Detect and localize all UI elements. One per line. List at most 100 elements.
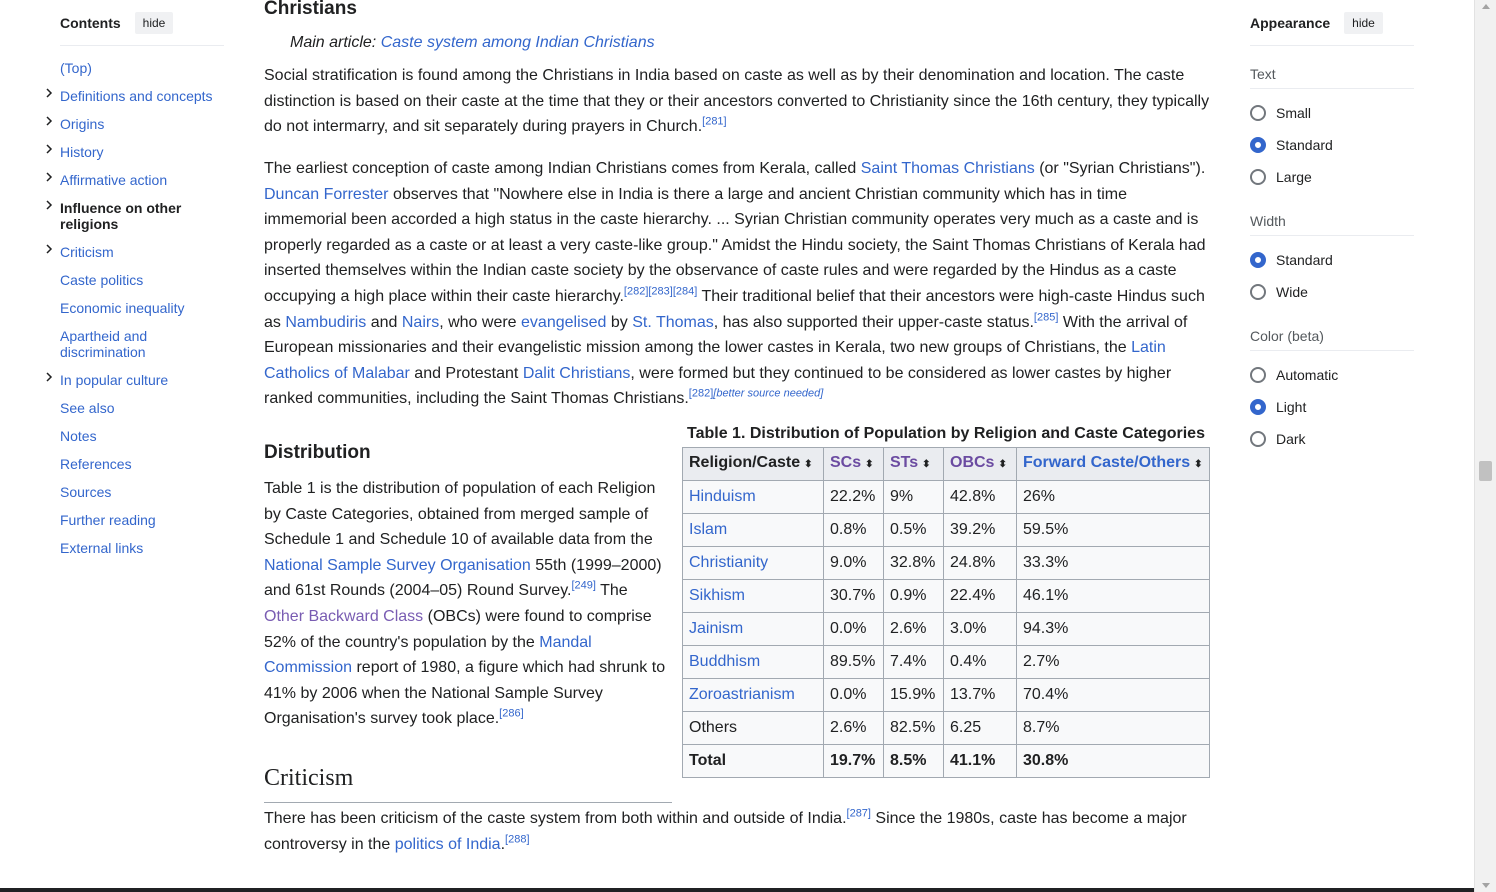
toc-item-label[interactable]: History (60, 144, 104, 160)
citation-285[interactable]: [285] (1034, 311, 1058, 323)
radio-label[interactable]: Small (1276, 105, 1311, 121)
link-st-thomas[interactable]: St. Thomas (632, 314, 714, 331)
toc-item[interactable]: Further reading (60, 506, 224, 534)
citation-282[interactable]: [282] (689, 388, 713, 400)
radio-option[interactable]: Dark (1250, 423, 1414, 455)
link-politics-of-india[interactable]: politics of India (395, 836, 501, 853)
scroll-down-arrow-icon[interactable] (1482, 883, 1490, 888)
radio-button[interactable] (1250, 284, 1266, 300)
column-header-label[interactable]: SCs (830, 454, 861, 471)
toc-item[interactable]: External links (60, 534, 224, 562)
toc-item[interactable]: See also (60, 394, 224, 422)
religion-link[interactable]: Christianity (689, 554, 768, 571)
toc-item[interactable]: History (46, 138, 224, 166)
toc-item-label[interactable]: In popular culture (60, 372, 168, 388)
better-source-needed-tag[interactable]: [better source needed] (713, 388, 823, 400)
vertical-scrollbar[interactable] (1474, 0, 1496, 892)
radio-option[interactable]: Standard (1250, 244, 1414, 276)
radio-button[interactable] (1250, 137, 1266, 153)
toc-item-label[interactable]: Caste politics (60, 272, 143, 288)
toc-item-label[interactable]: Apartheid and discrimination (60, 328, 147, 360)
radio-label[interactable]: Large (1276, 169, 1312, 185)
toc-item[interactable]: Sources (60, 478, 224, 506)
column-header-label[interactable]: OBCs (950, 454, 994, 471)
toc-item-label[interactable]: Criticism (60, 244, 114, 260)
toc-hide-button[interactable]: hide (134, 11, 174, 34)
toc-item-label[interactable]: Economic inequality (60, 300, 185, 316)
chevron-right-icon[interactable] (42, 170, 56, 184)
sort-icon[interactable]: ⬍ (922, 459, 930, 470)
appearance-hide-button[interactable]: hide (1344, 11, 1383, 34)
radio-label[interactable]: Standard (1276, 137, 1333, 153)
radio-button[interactable] (1250, 169, 1266, 185)
radio-label[interactable]: Wide (1276, 284, 1308, 300)
column-header-obcs[interactable]: OBCs ⬍ (943, 447, 1017, 481)
radio-option[interactable]: Large (1250, 161, 1414, 193)
sort-icon[interactable]: ⬍ (804, 459, 812, 470)
link-other-backward-class[interactable]: Other Backward Class (264, 608, 423, 625)
toc-item[interactable]: Affirmative action (46, 166, 224, 194)
scrollbar-thumb[interactable] (1479, 461, 1492, 481)
toc-item-label[interactable]: See also (60, 400, 114, 416)
toc-item[interactable]: Definitions and concepts (46, 82, 224, 110)
toc-item-label[interactable]: Sources (60, 484, 111, 500)
toc-item[interactable]: (Top) (60, 54, 224, 82)
link-saint-thomas-christians[interactable]: Saint Thomas Christians (861, 160, 1035, 177)
toc-item[interactable]: Apartheid and discrimination (60, 322, 224, 366)
column-header-sts[interactable]: STs ⬍ (883, 447, 944, 481)
toc-item-label[interactable]: References (60, 456, 132, 472)
column-header-religion[interactable]: Religion/Caste ⬍ (682, 447, 824, 481)
chevron-right-icon[interactable] (42, 370, 56, 384)
chevron-right-icon[interactable] (42, 86, 56, 100)
column-header-forward-caste[interactable]: Forward Caste/Others ⬍ (1016, 447, 1210, 481)
link-nsso[interactable]: National Sample Survey Organisation (264, 557, 531, 574)
chevron-right-icon[interactable] (42, 198, 56, 212)
toc-item[interactable]: References (60, 450, 224, 478)
citation-249[interactable]: [249] (571, 580, 595, 592)
religion-link[interactable]: Sikhism (689, 587, 745, 604)
radio-button[interactable] (1250, 105, 1266, 121)
chevron-right-icon[interactable] (42, 114, 56, 128)
radio-label[interactable]: Automatic (1276, 367, 1338, 383)
citation-286[interactable]: [286] (499, 708, 523, 720)
toc-item-label[interactable]: External links (60, 540, 143, 556)
toc-item-label[interactable]: Further reading (60, 512, 156, 528)
scroll-up-arrow-icon[interactable] (1482, 4, 1490, 9)
toc-item[interactable]: Notes (60, 422, 224, 450)
toc-item-label[interactable]: Influence on other religions (60, 200, 181, 232)
radio-label[interactable]: Dark (1276, 431, 1306, 447)
toc-item[interactable]: Economic inequality (60, 294, 224, 322)
religion-link[interactable]: Zoroastrianism (689, 686, 795, 703)
column-header-label[interactable]: Forward Caste/Others (1023, 454, 1190, 471)
radio-button[interactable] (1250, 367, 1266, 383)
hatnote-link[interactable]: Caste system among Indian Christians (381, 34, 655, 51)
link-dalit-christians[interactable]: Dalit Christians (523, 365, 631, 382)
toc-item[interactable]: Origins (46, 110, 224, 138)
toc-item-label[interactable]: Affirmative action (60, 172, 167, 188)
toc-item[interactable]: Criticism (46, 238, 224, 266)
religion-link[interactable]: Jainism (689, 620, 743, 637)
radio-option[interactable]: Standard (1250, 129, 1414, 161)
citation-287[interactable]: [287] (847, 808, 871, 820)
toc-item-label[interactable]: Origins (60, 116, 104, 132)
toc-item[interactable]: Caste politics (60, 266, 224, 294)
link-duncan-forrester[interactable]: Duncan Forrester (264, 186, 389, 203)
citation-288[interactable]: [288] (505, 833, 529, 845)
toc-item-label[interactable]: Definitions and concepts (60, 88, 213, 104)
link-nairs[interactable]: Nairs (402, 314, 439, 331)
radio-option[interactable]: Small (1250, 97, 1414, 129)
radio-option[interactable]: Wide (1250, 276, 1414, 308)
citation-282-283-284[interactable]: [282][283][284] (624, 286, 697, 298)
chevron-right-icon[interactable] (42, 142, 56, 156)
sort-icon[interactable]: ⬍ (998, 459, 1006, 470)
radio-option[interactable]: Light (1250, 391, 1414, 423)
citation-281[interactable]: [281] (702, 116, 726, 128)
link-nambudiris[interactable]: Nambudiris (285, 314, 366, 331)
religion-link[interactable]: Buddhism (689, 653, 760, 670)
link-evangelised[interactable]: evangelised (521, 314, 606, 331)
radio-option[interactable]: Automatic (1250, 359, 1414, 391)
chevron-right-icon[interactable] (42, 242, 56, 256)
toc-item[interactable]: Influence on other religions (46, 194, 224, 238)
radio-button[interactable] (1250, 399, 1266, 415)
toc-item-label[interactable]: Notes (60, 428, 97, 444)
